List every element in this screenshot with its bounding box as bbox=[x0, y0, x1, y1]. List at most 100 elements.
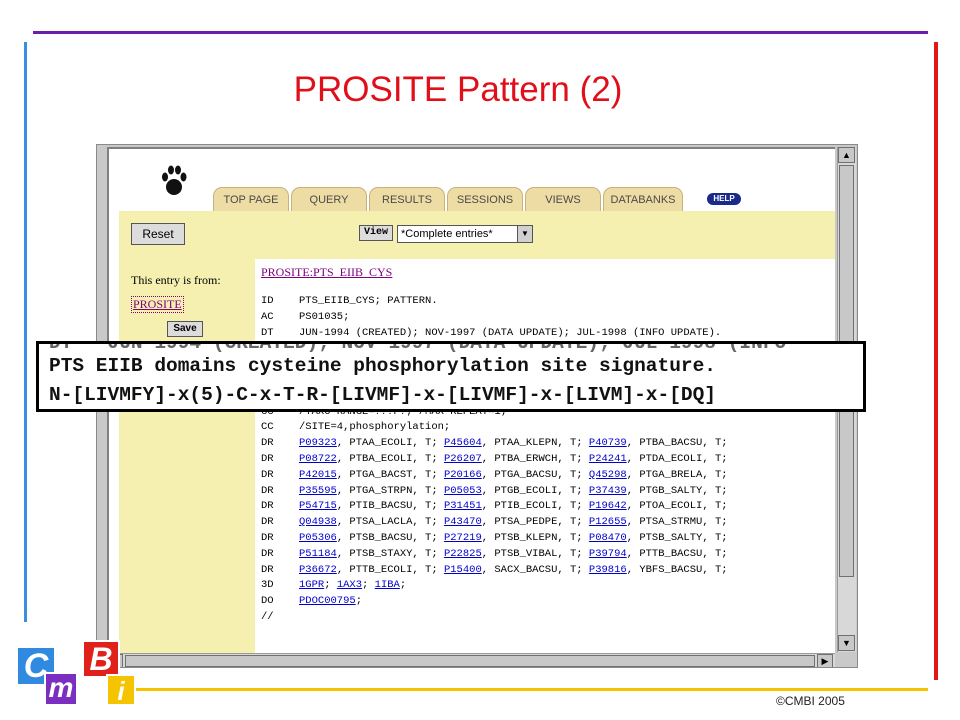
top-border-line bbox=[33, 31, 928, 34]
accession-link[interactable]: P22825 bbox=[444, 548, 482, 560]
entry-name: PTDA_ECOLI, T; bbox=[639, 452, 728, 465]
accession-link[interactable]: P35595 bbox=[299, 485, 337, 497]
line-code: DR bbox=[261, 547, 274, 560]
entry-name: PTGB_SALTY, T; bbox=[639, 484, 728, 497]
accession-link[interactable]: P43470 bbox=[444, 516, 482, 528]
line-text: PTS_EIIB_CYS; PATTERN. bbox=[299, 295, 438, 307]
entry-name: PTSB_BACSU, T; bbox=[349, 531, 438, 544]
accession-link[interactable]: P15400 bbox=[444, 564, 482, 576]
dr-line: DR P05306, PTSB_BACSU, T; P27219, PTSB_KL… bbox=[261, 531, 833, 547]
entry-name: PTGB_ECOLI, T; bbox=[494, 484, 583, 497]
pdb-link[interactable]: 1AX3 bbox=[337, 579, 362, 591]
scroll-down-icon[interactable]: ▼ bbox=[838, 635, 855, 651]
line-code: DR bbox=[261, 452, 274, 465]
sidebar: This entry is from: PROSITE Save bbox=[119, 259, 255, 654]
dr-line: DR Q04938, PTSA_LACLA, T; P43470, PTSA_PE… bbox=[261, 515, 833, 531]
accession-link[interactable]: P20166 bbox=[444, 469, 482, 481]
entry-name: PTBA_ERWCH, T; bbox=[494, 452, 583, 465]
accession-link[interactable]: P31451 bbox=[444, 500, 482, 512]
accession-link[interactable]: P05053 bbox=[444, 485, 482, 497]
line-text: PS01035; bbox=[299, 310, 350, 323]
accession-link[interactable]: P27219 bbox=[444, 532, 482, 544]
entry-name: PTOA_ECOLI, T; bbox=[639, 500, 728, 513]
line-code: 3D bbox=[261, 579, 274, 592]
accession-link[interactable]: Q04938 bbox=[299, 516, 337, 528]
entry-name: PTSB_VIBAL, T; bbox=[494, 547, 583, 560]
accession-link[interactable]: P08470 bbox=[589, 532, 627, 544]
entry-name: PTSA_LACLA, T; bbox=[349, 516, 438, 529]
line-code: DR bbox=[261, 563, 274, 576]
entry-name: PTTB_ECOLI, T; bbox=[349, 563, 438, 576]
entry-name: SACX_BACSU, T; bbox=[494, 563, 583, 576]
entry-title-link[interactable]: PROSITE:PTS_EIIB_CYS bbox=[261, 265, 392, 280]
chevron-down-icon[interactable]: ▼ bbox=[517, 226, 532, 242]
entry-name: YBFS_BACSU, T; bbox=[639, 563, 728, 576]
line-text: JUN-1994 (CREATED); NOV-1997 (DATA UPDAT… bbox=[299, 326, 722, 339]
tab-sessions[interactable]: SESSIONS bbox=[447, 187, 523, 211]
entry-name: PTSA_PEDPE, T; bbox=[494, 516, 583, 529]
entry-db-link[interactable]: PROSITE bbox=[131, 296, 184, 313]
accession-link[interactable]: P05306 bbox=[299, 532, 337, 544]
pdb-link[interactable]: 1IBA bbox=[375, 579, 400, 591]
accession-link[interactable]: P42015 bbox=[299, 469, 337, 481]
view-select[interactable]: *Complete entries* ▼ bbox=[397, 225, 533, 243]
horizontal-scroll-thumb[interactable] bbox=[125, 655, 815, 667]
line-code: CC bbox=[261, 421, 274, 434]
reset-button[interactable]: Reset bbox=[131, 223, 185, 245]
cmbi-logo: C m B i bbox=[14, 636, 138, 716]
accession-link[interactable]: P08722 bbox=[299, 453, 337, 465]
scroll-right-icon[interactable]: ▶ bbox=[817, 654, 833, 667]
magnified-pattern-box: DT JUN-1994 (CREATED); NOV-1997 (DATA UP… bbox=[36, 341, 866, 412]
logo-letter-b: B bbox=[82, 640, 120, 678]
slide-title: PROSITE Pattern (2) bbox=[293, 70, 623, 109]
accession-link[interactable]: P24241 bbox=[589, 453, 627, 465]
tab-top-page[interactable]: TOP PAGE bbox=[213, 187, 289, 211]
magnified-description: PTS EIIB domains cysteine phosphorylatio… bbox=[49, 355, 717, 377]
magnified-pattern: N-[LIVMFY]-x(5)-C-x-T-R-[LIVMF]-x-[LIVMF… bbox=[49, 384, 717, 406]
dr-line: DR P51184, PTSB_STAXY, T; P22825, PTSB_VI… bbox=[261, 547, 833, 563]
entry-content: PROSITE:PTS_EIIB_CYS ID PTS_EIIB_CYS; PAT… bbox=[261, 261, 833, 626]
right-border-line bbox=[934, 42, 938, 680]
accession-link[interactable]: P37439 bbox=[589, 485, 627, 497]
dr-line: DR P54715, PTIB_BACSU, T; P31451, PTIB_EC… bbox=[261, 499, 833, 515]
accession-link[interactable]: P51184 bbox=[299, 548, 337, 560]
accession-link[interactable]: P09323 bbox=[299, 437, 337, 449]
left-border-line bbox=[24, 42, 27, 622]
scroll-up-icon[interactable]: ▲ bbox=[838, 147, 855, 163]
line-code: DT bbox=[261, 326, 274, 339]
view-select-value: *Complete entries* bbox=[401, 228, 493, 240]
line-code: ID bbox=[261, 295, 274, 307]
line-code: DR bbox=[261, 531, 274, 544]
accession-link[interactable]: P45604 bbox=[444, 437, 482, 449]
tab-results[interactable]: RESULTS bbox=[369, 187, 445, 211]
dr-line: DR P36672, PTTB_ECOLI, T; P15400, SACX_BA… bbox=[261, 563, 833, 579]
entry-name: PTIB_BACSU, T; bbox=[349, 500, 438, 513]
accession-link[interactable]: P39794 bbox=[589, 548, 627, 560]
save-button[interactable]: Save bbox=[167, 321, 203, 337]
copyright-text: ©CMBI 2005 bbox=[776, 694, 845, 708]
line-code: DR bbox=[261, 437, 274, 450]
horizontal-scrollbar[interactable]: ◀ ▶ bbox=[107, 653, 835, 667]
line-code: DR bbox=[261, 468, 274, 481]
view-button[interactable]: View bbox=[359, 225, 393, 241]
entry-name: PTSB_SALTY, T; bbox=[639, 531, 728, 544]
tab-databanks[interactable]: DATABANKS bbox=[603, 187, 683, 211]
accession-link[interactable]: P36672 bbox=[299, 564, 337, 576]
tab-views[interactable]: VIEWS bbox=[525, 187, 601, 211]
dr-line: DR P42015, PTGA_BACST, T; P20166, PTGA_BA… bbox=[261, 468, 833, 484]
help-button[interactable]: HELP bbox=[707, 193, 741, 205]
magnified-date-line: DT JUN-1994 (CREATED); NOV-1997 (DATA UP… bbox=[49, 341, 787, 354]
accession-link[interactable]: P19642 bbox=[589, 500, 627, 512]
accession-link[interactable]: P40739 bbox=[589, 437, 627, 449]
accession-link[interactable]: P26207 bbox=[444, 453, 482, 465]
tab-query[interactable]: QUERY bbox=[291, 187, 367, 211]
accession-link[interactable]: P39816 bbox=[589, 564, 627, 576]
entry-from-label: This entry is from: bbox=[131, 273, 221, 287]
accession-link[interactable]: P12655 bbox=[589, 516, 627, 528]
accession-link[interactable]: Q45298 bbox=[589, 469, 627, 481]
accession-link[interactable]: P54715 bbox=[299, 500, 337, 512]
entry-name: PTGA_BACST, T; bbox=[349, 468, 438, 481]
pdb-link[interactable]: 1GPR bbox=[299, 579, 324, 591]
entry-line: DT JUN-1994 (CREATED); NOV-1997 (DATA UPD… bbox=[261, 326, 833, 342]
pdoc-link[interactable]: PDOC00795 bbox=[299, 595, 356, 607]
